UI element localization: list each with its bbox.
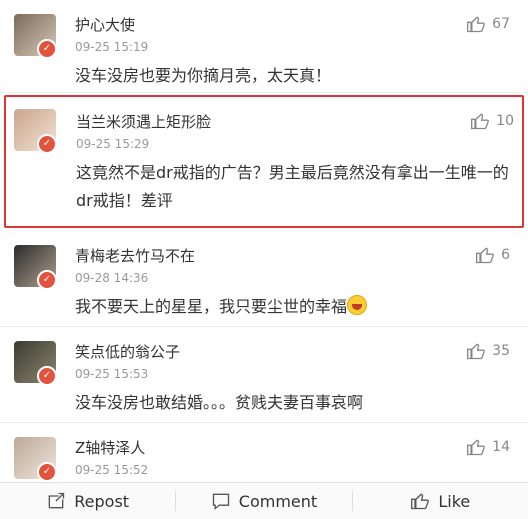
like-label: Like (438, 491, 471, 511)
comment-author[interactable]: 当兰米须遇上矩形脸 (76, 111, 211, 132)
comment-time: 09-25 15:53 (75, 367, 149, 381)
like-count: 35 (492, 343, 510, 359)
like-count: 6 (501, 247, 510, 263)
comment-author[interactable]: 护心大使 (75, 14, 135, 35)
thumbs-up-icon (476, 247, 494, 264)
like-count: 10 (496, 113, 514, 129)
comment-item[interactable]: ✓ 青梅老去竹马不在 09-28 14:36 6 我不要天上的星星，我只要尘世的… (0, 231, 528, 327)
weibo-badge-icon: ✓ (37, 39, 57, 59)
comment-text: 我不要天上的星星，我只要尘世的幸福 (75, 295, 515, 319)
thumbs-up-icon (411, 493, 430, 510)
comment-icon (212, 493, 229, 510)
comment-item[interactable]: ✓ 护心大使 09-25 15:19 67 没车没房也要为你摘月亮，太天真！ (0, 0, 528, 93)
weibo-badge-icon: ✓ (37, 270, 57, 290)
like-count: 14 (492, 439, 510, 455)
thumbs-up-icon (467, 439, 486, 456)
laughing-emoji-icon (347, 295, 368, 315)
like-button[interactable]: 35 (466, 341, 510, 361)
repost-button[interactable]: Repost (0, 483, 175, 519)
thumbs-up-icon (467, 343, 486, 360)
comment-list: ✓ 护心大使 09-25 15:19 67 没车没房也要为你摘月亮，太天真！ ✓… (0, 0, 528, 484)
repost-label: Repost (74, 491, 130, 511)
comment-author[interactable]: 青梅老去竹马不在 (75, 245, 195, 266)
weibo-badge-icon: ✓ (37, 462, 57, 482)
weibo-badge-icon: ✓ (37, 366, 57, 386)
weibo-badge-icon: ✓ (37, 134, 57, 154)
comment-item[interactable]: ✓ 笑点低的翁公子 09-25 15:53 35 没车没房也敢结婚。。。贫贱夫妻… (0, 327, 528, 423)
comment-time: 09-25 15:29 (76, 137, 150, 151)
comment-time: 09-25 15:52 (75, 463, 149, 477)
comment-author[interactable]: Z轴特泽人 (75, 437, 145, 458)
like-button[interactable]: 14 (466, 437, 510, 457)
comment-item[interactable]: ✓ Z轴特泽人 09-25 15:52 14 (0, 423, 528, 484)
comment-label: Comment (238, 491, 318, 511)
comment-text: 没车没房也要为你摘月亮，太天真！ (75, 66, 332, 85)
comment-time: 09-28 14:36 (75, 271, 149, 285)
comment-text-body: 我不要天上的星星，我只要尘世的幸福 (75, 297, 348, 316)
thumbs-up-icon (467, 16, 486, 33)
comment-button[interactable]: Comment (176, 483, 351, 519)
like-button[interactable]: 67 (466, 14, 510, 34)
like-button[interactable]: 6 (475, 245, 510, 265)
bottom-toolbar: Repost Comment Like (0, 482, 528, 519)
like-count: 67 (492, 16, 510, 32)
repost-icon (48, 492, 65, 509)
like-button[interactable]: 10 (470, 111, 514, 131)
like-toolbar-button[interactable]: Like (353, 483, 528, 519)
comment-author[interactable]: 笑点低的翁公子 (75, 341, 180, 362)
comment-item-highlighted[interactable]: ✓ 当兰米须遇上矩形脸 09-25 15:29 10 这竟然不是dr戒指的广告？… (4, 95, 524, 228)
comment-time: 09-25 15:19 (75, 40, 149, 54)
comment-text: 这竟然不是dr戒指的广告？男主最后竟然没有拿出一生唯一的dr戒指！差评 (76, 163, 509, 210)
thumbs-up-icon (471, 113, 490, 130)
comment-text: 没车没房也敢结婚。。。贫贱夫妻百事哀啊 (75, 393, 364, 412)
